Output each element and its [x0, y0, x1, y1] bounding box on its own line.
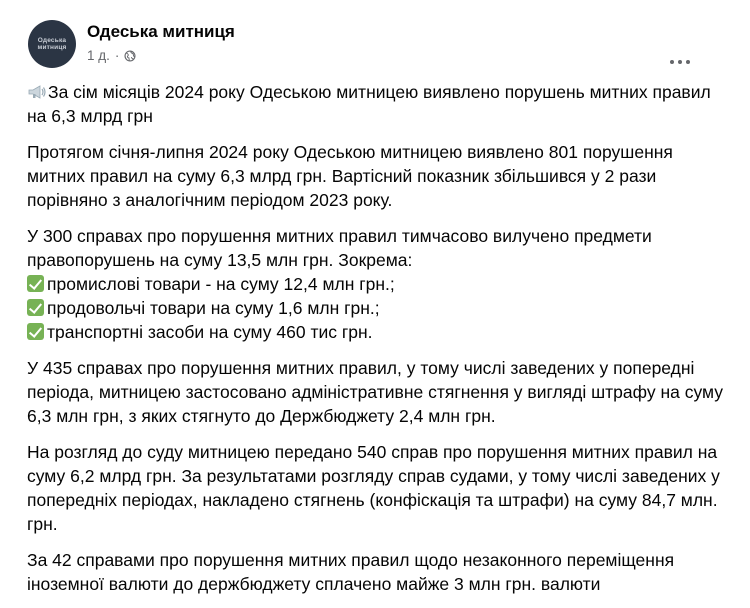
list-item: промислові товари - на суму 12,4 млн грн…	[27, 272, 732, 296]
avatar-text-line-1: Одеська	[37, 37, 67, 44]
more-options-icon	[670, 60, 674, 64]
timestamp-link[interactable]: 1 д.	[87, 48, 110, 63]
post-header: Одеська митниця Одеська митниця 1 д. ·	[28, 18, 728, 74]
list-item-text: транспортні засоби на суму 460 тис грн.	[47, 322, 373, 342]
loudspeaker-icon	[28, 85, 46, 99]
paragraph-2: У 300 справах про порушення митних прави…	[27, 224, 732, 344]
paragraph-1: Протягом січня-липня 2024 року Одеською …	[27, 142, 673, 210]
paragraph-2-intro: У 300 справах про порушення митних прави…	[27, 226, 652, 270]
meta-separator: ·	[114, 48, 120, 63]
avatar[interactable]: Одеська митниця	[28, 20, 76, 68]
check-mark-icon	[27, 299, 44, 316]
globe-icon[interactable]	[124, 49, 136, 62]
page-name-link[interactable]: Одеська митниця	[87, 22, 235, 42]
check-mark-icon	[27, 323, 44, 340]
list-item-text: промислові товари - на суму 12,4 млн грн…	[47, 274, 395, 294]
paragraph-5: За 42 справами про порушення митних прав…	[27, 550, 675, 594]
list-item: продовольчі товари на суму 1,6 млн грн.;	[27, 296, 732, 320]
list-item-text: продовольчі товари на суму 1,6 млн грн.;	[47, 298, 380, 318]
post-body: За сім місяців 2024 року Одеською митниц…	[27, 80, 732, 608]
post-headline: За сім місяців 2024 року Одеською митниц…	[27, 80, 732, 128]
post-meta: 1 д. ·	[87, 48, 136, 63]
list-item: транспортні засоби на суму 460 тис грн.	[27, 320, 732, 344]
paragraph-3: У 435 справах про порушення митних прави…	[27, 358, 723, 426]
paragraph-4: На розгляд до суду митницею передано 540…	[27, 442, 720, 534]
post-card: Одеська митниця Одеська митниця 1 д. · З…	[0, 0, 750, 608]
check-mark-icon	[27, 275, 44, 292]
more-options-button[interactable]	[662, 44, 698, 80]
headline-text: За сім місяців 2024 року Одеською митниц…	[27, 82, 711, 126]
avatar-text-line-2: митниця	[37, 44, 67, 51]
